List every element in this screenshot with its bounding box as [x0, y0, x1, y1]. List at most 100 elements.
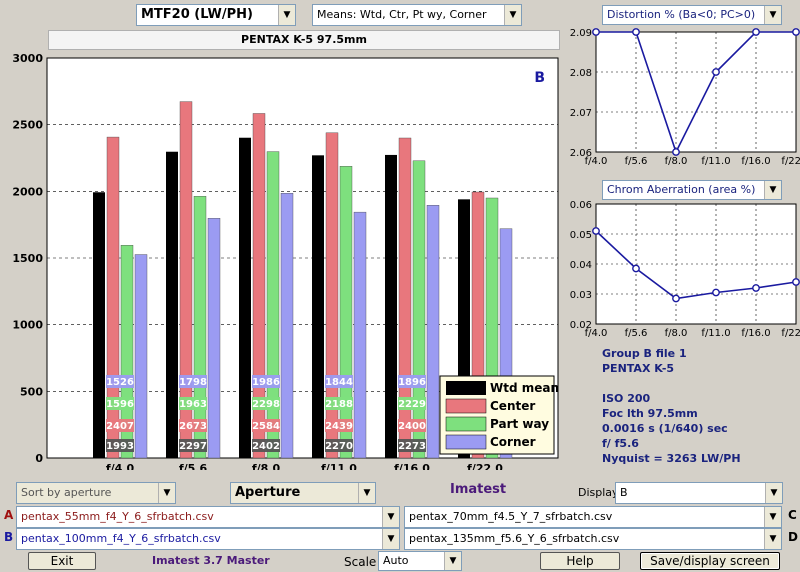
bar-wtd-mean [166, 151, 178, 458]
display-label: Display [578, 486, 619, 499]
bar-wtd-mean [312, 155, 324, 458]
data-label: 1896 [398, 377, 426, 388]
data-label: 1986 [252, 377, 280, 388]
data-point [792, 278, 800, 286]
file-a-select[interactable]: pentax_55mm_f4_Y_6_sfrbatch.csv ▼ [16, 506, 400, 528]
x-tick-label: f/8.0 [252, 462, 281, 470]
sort-select-value: Sort by aperture [21, 486, 112, 499]
y-tick-label: 2.09 [570, 28, 592, 39]
file-c-select[interactable]: pentax_70mm_f4.5_Y_7_sfrbatch.csv ▼ [404, 506, 782, 528]
chevron-down-icon: ▼ [278, 5, 295, 25]
distortion-select-title: Distortion % (Ba<0; PC>0) [607, 8, 756, 21]
aperture-select-value: Aperture [235, 485, 301, 500]
data-label: 2407 [106, 421, 134, 432]
y-tick-label: 2500 [12, 119, 43, 132]
bar-part-way [339, 166, 353, 459]
data-label: 2673 [179, 421, 207, 432]
file-a-value: pentax_55mm_f4_Y_6_sfrbatch.csv [21, 510, 214, 523]
data-label: 1963 [179, 399, 207, 410]
legend-swatch-center [445, 398, 487, 414]
data-label: 1844 [325, 377, 353, 388]
bar-corner [280, 192, 294, 459]
data-label: 2273 [398, 441, 426, 452]
bar-corner [207, 218, 221, 459]
bar-wtd-mean [93, 192, 105, 458]
data-point [752, 284, 760, 292]
scale-select[interactable]: Auto ▼ [378, 551, 462, 571]
chrom-aberration-select[interactable]: Chrom Aberration (area %) ▼ [602, 180, 782, 200]
legend-label-wtd: Wtd mean [490, 381, 559, 395]
data-label: 1798 [179, 377, 207, 388]
data-label: 2229 [398, 399, 426, 410]
x-tick-label: f/22.0 [467, 462, 503, 470]
x-tick-label: f/5.6 [625, 328, 648, 339]
mtf-bar-chart: 0 500 1000 1500 2000 2500 3000 f/4.0 f/5.6 f/8.0… [12, 52, 559, 470]
file-label-b: B [4, 530, 14, 544]
data-point [592, 227, 600, 235]
y-tick-label: 500 [20, 385, 43, 398]
data-label: 1596 [106, 399, 134, 410]
chevron-down-icon: ▼ [764, 529, 781, 549]
save-display-screen-button[interactable]: Save/display screen [640, 552, 780, 570]
x-tick-label: f/22.0 [781, 328, 800, 339]
data-label: 1526 [106, 377, 134, 388]
sort-select[interactable]: Sort by aperture ▼ [16, 482, 176, 504]
x-tick-label: f/11.0 [321, 462, 357, 470]
y-tick-label: 0.03 [570, 290, 592, 301]
distortion-select[interactable]: Distortion % (Ba<0; PC>0) ▼ [602, 5, 782, 25]
data-point [792, 28, 800, 36]
x-tick-label: f/11.0 [701, 328, 730, 339]
x-tick-label: f/4.0 [585, 328, 608, 339]
data-label: 2584 [252, 421, 280, 432]
aperture-select[interactable]: Aperture ▼ [230, 482, 376, 504]
info-iso: ISO 200 [602, 392, 651, 405]
exit-button[interactable]: Exit [28, 552, 96, 570]
chrom-aberration-title: Chrom Aberration (area %) [607, 183, 756, 196]
means-select-value: Means: Wtd, Ctr, Pt wy, Corner [317, 8, 487, 21]
scale-select-value: Auto [383, 554, 409, 567]
imatest-label: Imatest [450, 482, 507, 497]
data-point [672, 148, 680, 156]
file-d-select[interactable]: pentax_135mm_f5.6_Y_6_sfrbatch.csv ▼ [404, 528, 782, 550]
legend-swatch-partway [445, 416, 487, 432]
display-select[interactable]: B ▼ [615, 482, 783, 504]
chevron-down-icon: ▼ [382, 507, 399, 527]
legend-label-corner: Corner [490, 435, 536, 449]
data-label: 2298 [252, 399, 280, 410]
file-d-value: pentax_135mm_f5.6_Y_6_sfrbatch.csv [409, 532, 620, 545]
help-button[interactable]: Help [540, 552, 620, 570]
scale-label: Scale [344, 555, 377, 569]
metric-select[interactable]: MTF20 (LW/PH) ▼ [136, 4, 296, 26]
x-tick-label: f/16.0 [741, 328, 770, 339]
x-tick-label: f/11.0 [701, 156, 730, 167]
group-label: B [534, 70, 545, 86]
x-tick-label: f/5.6 [179, 462, 208, 470]
data-label: 2270 [325, 441, 353, 452]
x-tick-label: f/16.0 [394, 462, 430, 470]
chevron-down-icon: ▼ [444, 552, 461, 570]
data-point [712, 288, 720, 297]
data-point [752, 28, 760, 36]
data-label: 2402 [252, 441, 280, 452]
camera-title-text: PENTAX K-5 97.5mm [241, 33, 367, 46]
file-b-value: pentax_100mm_f4_Y_6_sfrbatch.csv [21, 532, 221, 545]
data-point [712, 68, 720, 76]
means-select[interactable]: Means: Wtd, Ctr, Pt wy, Corner ▼ [312, 4, 522, 26]
info-camera: PENTAX K-5 [602, 362, 675, 375]
data-point [632, 28, 640, 36]
y-tick-label: 2.08 [570, 68, 592, 79]
info-group: Group B file 1 [602, 347, 687, 360]
y-tick-label: 0.06 [570, 200, 592, 211]
bar-part-way [193, 196, 207, 459]
legend: Wtd mean Center Part way Corner [439, 375, 559, 455]
bar-wtd-mean [239, 137, 251, 458]
info-nyquist: Nyquist = 3263 LW/PH [602, 452, 741, 465]
chevron-down-icon: ▼ [765, 483, 782, 503]
bar-corner [353, 211, 367, 459]
data-label: 2400 [398, 421, 426, 432]
file-c-value: pentax_70mm_f4.5_Y_7_sfrbatch.csv [409, 510, 613, 523]
file-b-select[interactable]: pentax_100mm_f4_Y_6_sfrbatch.csv ▼ [16, 528, 400, 550]
x-tick-label: f/8.0 [665, 328, 688, 339]
info-focal-length: Foc lth 97.5mm [602, 407, 698, 420]
data-point [592, 28, 600, 36]
